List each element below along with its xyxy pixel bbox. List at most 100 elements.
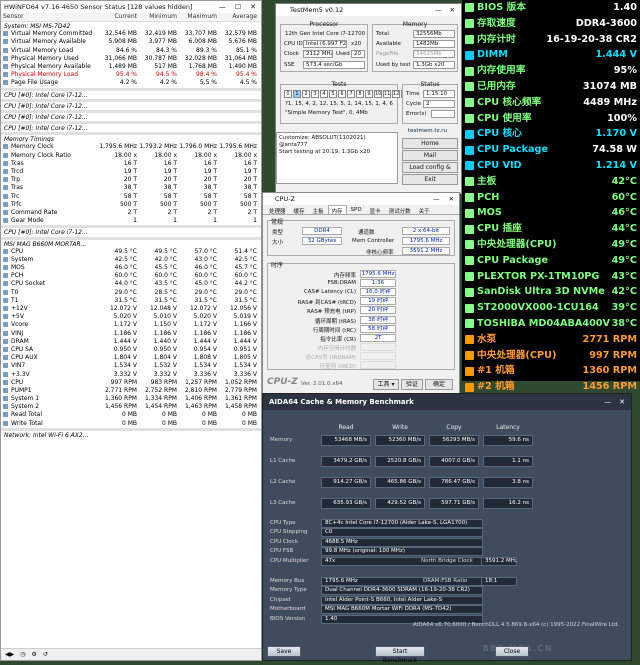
sensor-row[interactable]: Physical Memory Used 31,066 MB 30,787 MB 32… <box>1 55 261 63</box>
sensor-row[interactable]: Trcd 19 T 19 T 19 T 19 T <box>1 168 261 176</box>
sensor-row[interactable]: CPU Socket 44.0 °C 43.5 °C 45.0 °C 44.2 °C <box>1 280 261 288</box>
close-button[interactable]: Close <box>495 646 529 657</box>
minimize-icon[interactable]: — <box>219 3 226 11</box>
log-box[interactable]: Customize: ABSOLUT(1102021) @anta777 Sta… <box>276 132 398 184</box>
sensor-group-row[interactable]: CPU [#0]: Intel Core i7-12... <box>1 91 261 99</box>
sensor-row[interactable]: Gear Mode 1 1 1 1 <box>1 217 261 225</box>
minimize-icon[interactable]: — <box>604 398 611 406</box>
sensor-row[interactable]: Virtual Memory Committed 32,546 MB 32,419 … <box>1 30 261 38</box>
sensor-group-row[interactable]: Network: Intel Wi-Fi 6 AX2... <box>1 431 261 439</box>
sensor-group-row[interactable]: Memory Timings <box>1 135 261 143</box>
close-icon[interactable]: ✕ <box>450 6 455 14</box>
testmem-titlebar[interactable]: TestMem5 v0.12 — ✕ <box>276 4 461 16</box>
sensor-row[interactable]: +5V 5.020 V 5.010 V 5.020 V 5.019 V <box>1 313 261 321</box>
sensor-row[interactable]: +12V 12.072 V 12.048 V 12.072 V 12.056 V <box>1 305 261 313</box>
sensor-row[interactable]: Vcore 1.172 V 1.150 V 1.172 V 1.166 V <box>1 321 261 329</box>
sensor-row[interactable]: Read Total 0 MB 0 MB 0 MB 0 MB <box>1 411 261 419</box>
settings-icon[interactable]: ⚙ <box>31 651 36 658</box>
close-icon[interactable]: ✕ <box>619 398 625 406</box>
sensor-row[interactable]: MOS 46.0 °C 45.5 °C 46.0 °C 45.7 °C <box>1 264 261 272</box>
minimize-icon[interactable]: — <box>433 195 440 203</box>
sensor-icon <box>3 420 8 426</box>
sensor-row[interactable]: Memory Clock Ratio 18.00 x 18.00 x 18.00 x 1… <box>1 152 261 160</box>
value-current: 29.0 °C <box>114 288 137 296</box>
test-cell: 6 <box>338 90 346 98</box>
sensor-row[interactable]: Virtual Memory Load 84.6 % 84.3 % 89.3 % 85.… <box>1 47 261 55</box>
sensor-row[interactable]: Trfc 500 T 500 T 500 T 500 T <box>1 201 261 209</box>
exit-button[interactable]: Exit <box>402 174 458 185</box>
sensor-row[interactable]: VINJ 1.186 V 1.186 V 1.186 V 1.186 V <box>1 330 261 338</box>
close-icon[interactable]: ✕ <box>250 3 256 11</box>
sensor-group-row[interactable]: CPU [#0]: Intel Core i7-12... <box>1 228 261 236</box>
tab-7[interactable]: 关于 <box>415 205 434 215</box>
sensor-row[interactable]: T0 29.0 °C 28.5 °C 29.0 °C 29.0 °C <box>1 289 261 297</box>
ok-button[interactable]: 确定 <box>425 379 453 390</box>
sensor-row[interactable]: Trc 58 T 58 T 58 T 58 T <box>1 193 261 201</box>
col-minimum[interactable]: Minimum <box>137 13 177 21</box>
sensor-row[interactable]: CPU 49.5 °C 49.5 °C 57.0 °C 51.4 °C <box>1 248 261 256</box>
sensor-row[interactable]: Trp 20 T 20 T 20 T 20 T <box>1 176 261 184</box>
sensor-value: 4489 MHz <box>583 96 637 108</box>
value-current: 1,456 RPM <box>104 403 137 411</box>
mail-button[interactable]: Mail <box>402 150 458 161</box>
sensor-row[interactable]: System 2 1,456 RPM 1,454 RPM 1,463 RPM 1,458… <box>1 403 261 411</box>
sensor-label: Trc <box>11 192 20 200</box>
sensor-row[interactable]: System 1 1,360 RPM 1,334 RPM 1,406 RPM 1,361… <box>1 395 261 403</box>
cycle-label: Cycle <box>406 101 422 107</box>
hwinfo-sensor-list[interactable]: System: MSI MS-7D42 Virtual Memory Commit… <box>1 22 261 439</box>
sensor-row[interactable]: +3.3V 3.332 V 3.332 V 3.336 V 3.336 V <box>1 371 261 379</box>
arrows-icon[interactable]: ◀▶ <box>5 651 14 658</box>
tab-3[interactable]: 内存 <box>327 205 347 215</box>
sensor-row[interactable]: CPU 997 RPM 983 RPM 1,257 RPM 1,052 RPM <box>1 379 261 387</box>
site-link[interactable]: testmem.tz.ru <box>408 128 447 134</box>
tab-6[interactable]: 测试分数 <box>385 205 415 215</box>
sensor-row[interactable]: Write Total 0 MB 0 MB 0 MB 0 MB <box>1 420 261 428</box>
sensor-row[interactable]: DRAM 1.444 V 1.440 V 1.444 V 1.444 V <box>1 338 261 346</box>
sensor-group-row[interactable]: CPU [#0]: Intel Core i7-12... <box>1 124 261 132</box>
tab-0[interactable]: 处理器 <box>265 205 290 215</box>
reset-icon[interactable]: ↺ <box>43 651 48 658</box>
col-current[interactable]: Current <box>97 13 137 21</box>
tab-2[interactable]: 主板 <box>309 205 328 215</box>
sensor-row[interactable]: Tcas 16 T 16 T 16 T 16 T <box>1 160 261 168</box>
tab-4[interactable]: SPD <box>347 205 366 214</box>
tools-button[interactable]: 工具 ▾ <box>373 379 399 390</box>
start-benchmark-button[interactable]: Start Benchmark <box>375 646 425 664</box>
verify-button[interactable]: 验证 <box>401 379 423 390</box>
cpuz-titlebar[interactable]: CPU-Z — ✕ <box>263 193 459 205</box>
sensor-row[interactable]: T1 31.5 °C 31.5 °C 31.5 °C 31.5 °C <box>1 297 261 305</box>
sensor-row[interactable]: Tras 38 T 38 T 38 T 38 T <box>1 184 261 192</box>
sensor-row[interactable]: PUMP1 2,771 RPM 2,752 RPM 2,810 RPM 2,779 RP… <box>1 387 261 395</box>
load-config-exit-button[interactable]: Load config & exit <box>402 162 458 181</box>
col-average[interactable]: Average <box>217 13 257 21</box>
sensor-readout: SanDisk Ultra 3D NVMe 42°C <box>462 284 640 300</box>
tab-5[interactable]: 显卡 <box>366 205 385 215</box>
sensor-group-row[interactable]: MSI MAG B660M MORTAR... <box>1 240 261 248</box>
minimize-icon[interactable]: — <box>435 6 442 14</box>
col-maximum[interactable]: Maximum <box>177 13 217 21</box>
sensor-row[interactable]: PCH 60.0 °C 60.0 °C 60.0 °C 60.0 °C <box>1 272 261 280</box>
sensor-row[interactable]: Command Rate 2 T 2 T 2 T 2 T <box>1 209 261 217</box>
maximize-icon[interactable]: ☐ <box>235 3 241 11</box>
sensor-row[interactable]: CPU SA 0.950 V 0.950 V 0.954 V 0.951 V <box>1 346 261 354</box>
timings-group: 时序 内存频率 1795.6 MHz FSB:DRAM 1:36 CAS# Latenc… <box>267 262 455 370</box>
sensor-row[interactable]: Physical Memory Available 1,489 MB 517 MB 1… <box>1 63 261 71</box>
sensor-row[interactable]: VIN7 1.534 V 1.532 V 1.534 V 1.534 V <box>1 362 261 370</box>
sensor-group-row[interactable]: System: MSI MS-7D42 <box>1 22 261 30</box>
sensor-row[interactable]: System 42.5 °C 42.0 °C 43.0 °C 42.5 °C <box>1 256 261 264</box>
tab-1[interactable]: 缓存 <box>290 205 309 215</box>
hwinfo-titlebar[interactable]: HWiNFO64 v7.16-4650 Sensor Status [128 v… <box>1 1 261 13</box>
clock-icon[interactable]: ◷ <box>20 651 25 658</box>
sensor-group-row[interactable]: CPU [#0]: Intel Core i7-12... <box>1 113 261 121</box>
col-sensor[interactable]: Sensor <box>1 13 97 21</box>
sensor-row[interactable]: Virtual Memory Available 5,908 MB 3,977 MB… <box>1 38 261 46</box>
sensor-row[interactable]: Physical Memory Load 95.4 % 94.5 % 98.4 % 95… <box>1 71 261 79</box>
aida64-titlebar[interactable]: AIDA64 Cache & Memory Benchmark — ✕ <box>263 394 631 410</box>
sensor-row[interactable]: Memory Clock 1,795.6 MHz 1,793.2 MHz 1,796.… <box>1 143 261 151</box>
close-icon[interactable]: ✕ <box>449 195 454 203</box>
home-button[interactable]: Home <box>402 138 458 149</box>
sensor-row[interactable]: CPU AUX 1.804 V 1.804 V 1.808 V 1.805 V <box>1 354 261 362</box>
sensor-row[interactable]: Page File Usage 4.2 % 4.2 % 5.5 % 4.5 % <box>1 79 261 87</box>
sensor-group-row[interactable]: CPU [#0]: Intel Core i7-12... <box>1 102 261 110</box>
save-button[interactable]: Save <box>267 646 301 657</box>
